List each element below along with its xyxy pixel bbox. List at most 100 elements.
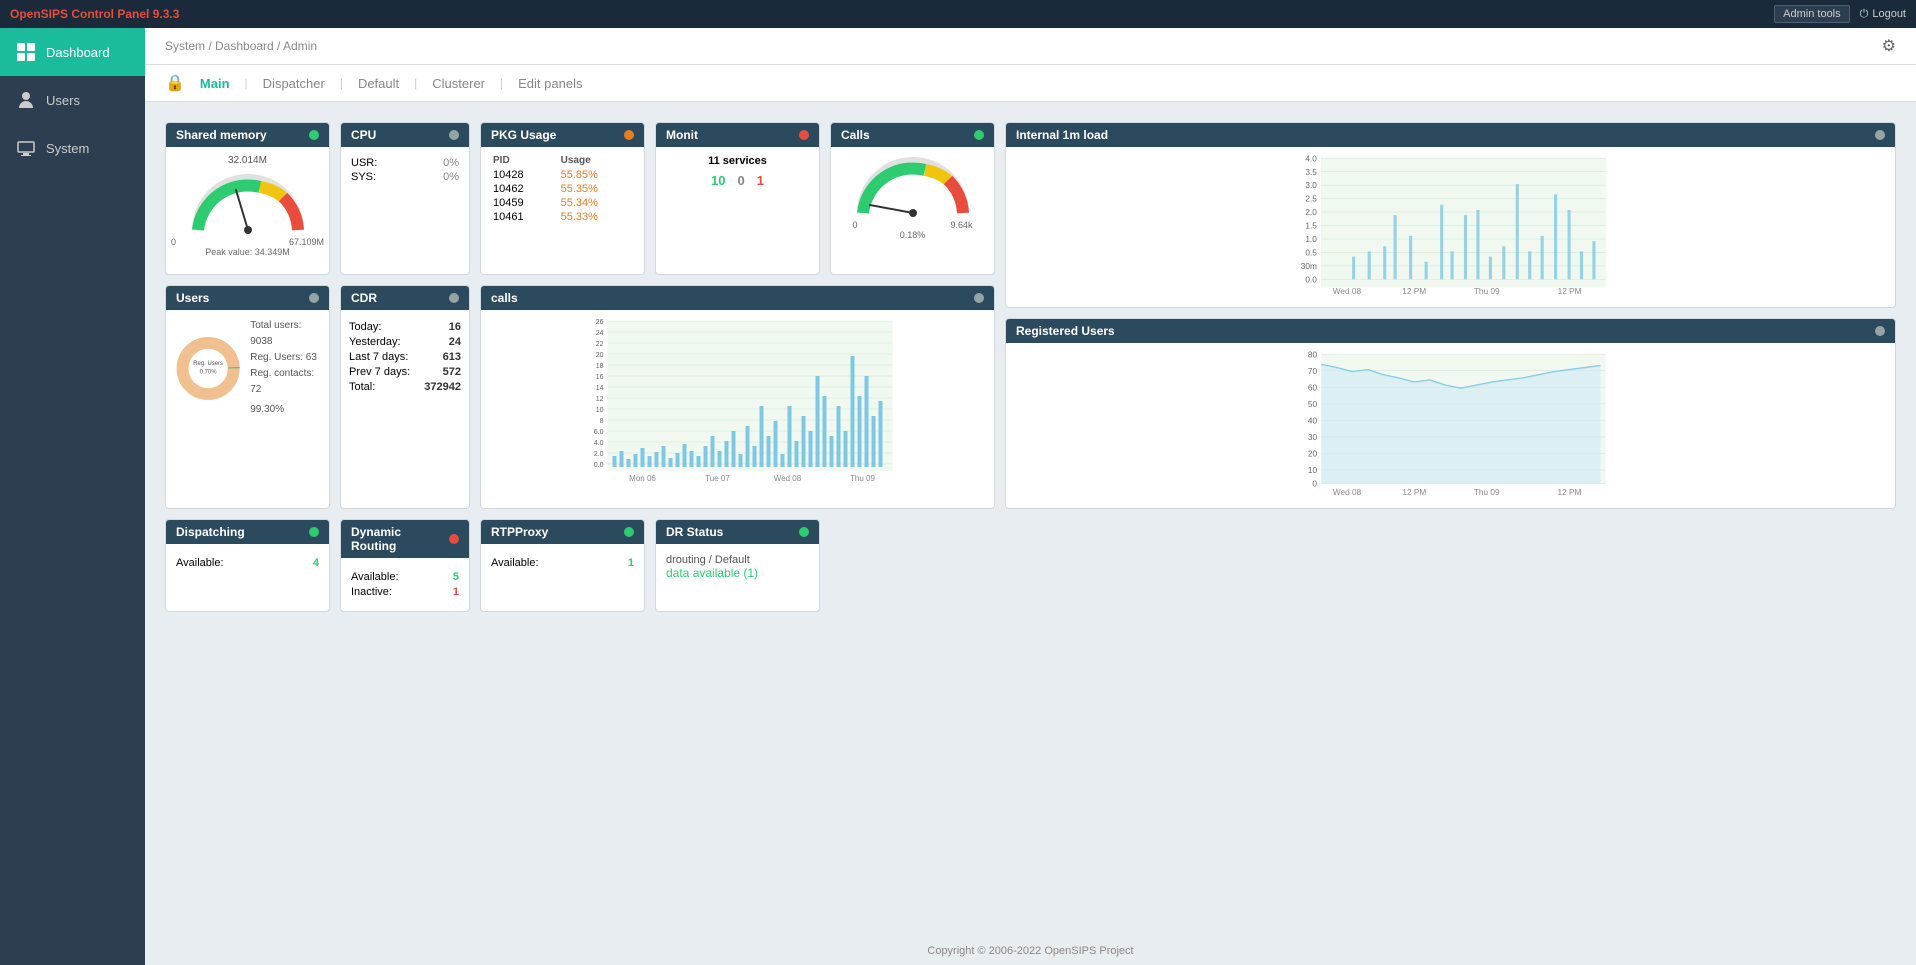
svg-text:12 PM: 12 PM — [1558, 488, 1582, 497]
svg-text:10: 10 — [1308, 466, 1318, 475]
rtpproxy-status — [624, 527, 634, 537]
svg-text:2.0: 2.0 — [1305, 208, 1317, 217]
nav-tabs: 🔒 Main | Dispatcher | Default | Clustere… — [145, 65, 1916, 102]
dr-routing: drouting / Default — [666, 554, 809, 566]
pkg-table: PID Usage 1042855.85%1046255.35%1045955.… — [489, 153, 636, 224]
cpu-usr: 0% — [443, 157, 459, 169]
tab-main[interactable]: Main — [200, 76, 230, 91]
users-icon — [16, 90, 36, 110]
monit-red-count: 1 — [757, 173, 764, 188]
calls-gauge-svg — [853, 153, 973, 218]
svg-text:0.0: 0.0 — [1305, 275, 1317, 284]
tab-clusterer[interactable]: Clusterer — [432, 76, 485, 91]
registered-users-title: Registered Users — [1016, 324, 1115, 338]
users-title: Users — [176, 291, 209, 305]
sidebar-item-dashboard[interactable]: Dashboard — [0, 28, 145, 76]
sidebar-system-label: System — [46, 141, 89, 156]
settings-icon[interactable]: ⚙ — [1882, 36, 1896, 56]
dynamic-routing-card: Dynamic Routing Available: 5 Inactive: 1 — [340, 519, 470, 612]
pkg-pid: 10428 — [489, 168, 557, 182]
cdr-last7-label: Last 7 days: — [349, 351, 408, 363]
dispatching-title: Dispatching — [176, 525, 245, 539]
power-icon: ⏻ — [1860, 8, 1869, 21]
dispatching-available-val: 4 — [313, 557, 319, 569]
cpu-card: CPU USR: 0% SYS: 0% — [340, 122, 470, 275]
svg-text:60: 60 — [1308, 383, 1318, 392]
admin-tools-button[interactable]: Admin tools — [1774, 5, 1849, 23]
svg-text:10: 10 — [596, 407, 604, 414]
svg-text:2.0: 2.0 — [594, 451, 604, 458]
svg-text:Mon 06: Mon 06 — [629, 474, 656, 483]
pkg-pid: 10462 — [489, 182, 557, 196]
cpu-sys: 0% — [443, 171, 459, 183]
dynamic-routing-status — [449, 534, 459, 544]
monit-title: Monit — [666, 128, 698, 142]
pkg-usage-card: PKG Usage PID Usage 104 — [480, 122, 645, 275]
pkg-table-row: 1046155.33% — [489, 210, 636, 224]
pkg-pid-header: PID — [489, 153, 557, 168]
dr-inactive-label: Inactive: — [351, 586, 392, 598]
pkg-usage-val: 55.35% — [557, 182, 636, 196]
logout-button[interactable]: ⏻ Logout — [1860, 8, 1906, 21]
svg-text:14: 14 — [596, 385, 604, 392]
svg-text:26: 26 — [596, 319, 604, 326]
svg-text:Wed 08: Wed 08 — [1333, 488, 1362, 497]
calls-chart-title: calls — [491, 291, 518, 305]
svg-text:50: 50 — [1308, 400, 1318, 409]
users-stats: Total users: 9038 Reg. Users: 63 Reg. co… — [250, 318, 321, 418]
svg-text:12 PM: 12 PM — [1558, 287, 1582, 296]
dispatching-status — [309, 527, 319, 537]
pkg-table-row: 1046255.35% — [489, 182, 636, 196]
calls-gauge-max: 9.64k — [950, 220, 972, 230]
pkg-usage-val: 55.34% — [557, 196, 636, 210]
svg-text:0.5: 0.5 — [1305, 249, 1317, 258]
dr-data-link[interactable]: data available (1) — [666, 566, 809, 580]
cdr-prev7-label: Prev 7 days: — [349, 366, 410, 378]
svg-text:30m: 30m — [1301, 262, 1317, 271]
cpu-status — [449, 130, 459, 140]
sidebar-item-users[interactable]: Users — [0, 76, 145, 124]
rtpproxy-card: RTPProxy Available: 1 — [480, 519, 645, 612]
shared-memory-gauge — [188, 170, 308, 235]
calls-chart-status — [974, 293, 984, 303]
cdr-last7-val: 613 — [443, 351, 461, 363]
monit-green-count: 10 — [711, 173, 725, 188]
dr-available-label: Available: — [351, 571, 399, 583]
tab-dispatcher[interactable]: Dispatcher — [263, 76, 325, 91]
footer: Copyright © 2006-2022 OpenSIPS Project — [145, 937, 1916, 965]
svg-text:1.0: 1.0 — [1305, 235, 1317, 244]
dr-inactive-val: 1 — [453, 586, 459, 598]
registered-users-chart: 80 70 60 50 40 30 20 10 0 — [1014, 349, 1887, 499]
svg-text:20: 20 — [1308, 450, 1318, 459]
cdr-prev7-val: 572 — [443, 366, 461, 378]
internal-load-card: Internal 1m load — [1005, 122, 1896, 308]
svg-text:8: 8 — [600, 418, 604, 425]
dispatching-available-label: Available: — [176, 557, 224, 569]
cdr-title: CDR — [351, 291, 377, 305]
shared-memory-card: Shared memory 32.014M — [165, 122, 330, 275]
cdr-total-label: Total: — [349, 381, 375, 393]
system-icon — [16, 138, 36, 158]
pkg-usage-title: PKG Usage — [491, 128, 556, 142]
tab-default[interactable]: Default — [358, 76, 399, 91]
svg-text:16: 16 — [596, 374, 604, 381]
pkg-table-row: 1042855.85% — [489, 168, 636, 182]
page-header: System / Dashboard / Admin ⚙ — [145, 28, 1916, 65]
lock-icon: 🔒 — [165, 73, 185, 93]
dr-status-card: DR Status drouting / Default data availa… — [655, 519, 820, 612]
svg-text:Reg. Users: Reg. Users — [193, 361, 223, 367]
svg-text:0: 0 — [1312, 480, 1317, 489]
svg-text:80: 80 — [1308, 350, 1318, 359]
monit-card: Monit 11 services 10 0 1 — [655, 122, 820, 275]
sidebar-item-system[interactable]: System — [0, 124, 145, 172]
tab-edit-panels[interactable]: Edit panels — [518, 76, 582, 91]
gauge-min: 0 — [171, 237, 176, 247]
svg-text:70: 70 — [1308, 367, 1318, 376]
users-card: Users Reg. Users 0.70% — [165, 285, 330, 509]
svg-text:4.0: 4.0 — [1305, 154, 1317, 163]
calls-chart-card: calls — [480, 285, 995, 509]
svg-text:0.70%: 0.70% — [200, 369, 218, 375]
svg-text:24: 24 — [596, 330, 604, 337]
sidebar: Dashboard Users System — [0, 28, 145, 965]
svg-text:12 PM: 12 PM — [1402, 287, 1426, 296]
